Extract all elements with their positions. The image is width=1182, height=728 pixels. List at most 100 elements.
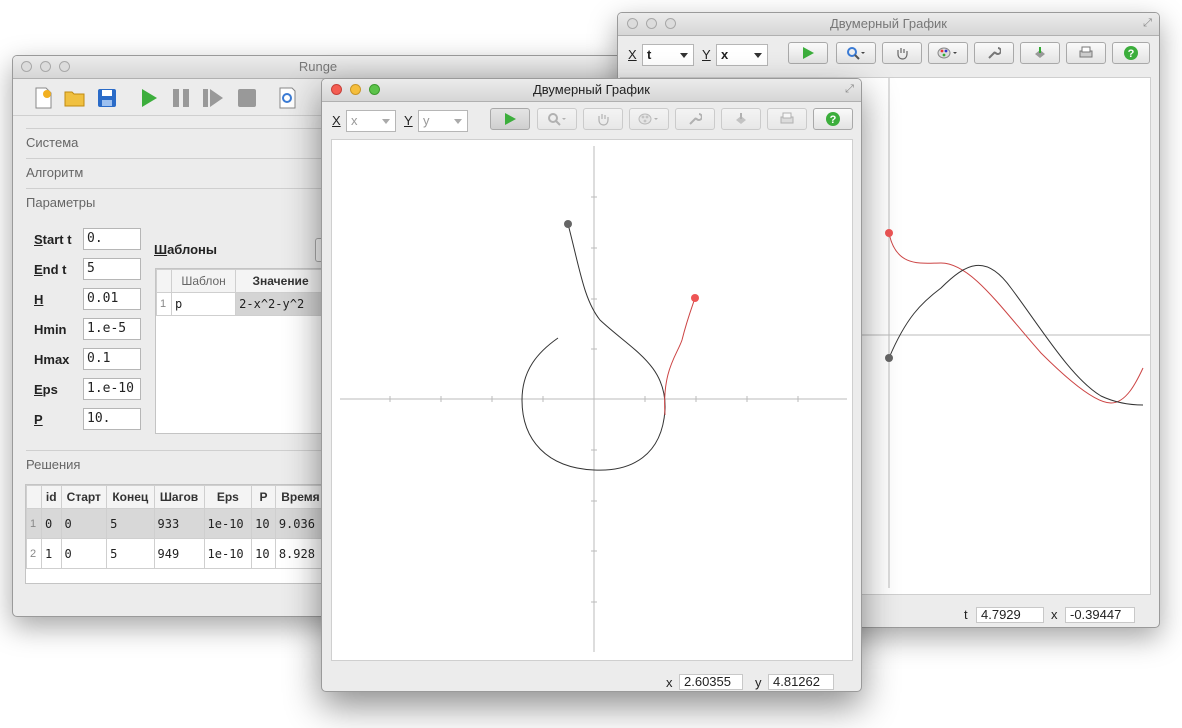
param-h-input[interactable]: 0.01 <box>83 288 141 310</box>
cell-start[interactable]: 0 <box>60 508 108 539</box>
section-algorithm[interactable]: Алгоритм <box>26 158 326 187</box>
x-variable-value: x <box>351 113 358 128</box>
svg-text:?: ? <box>1128 48 1135 60</box>
cell-eps[interactable]: 1e-10 <box>203 538 253 569</box>
cell-start[interactable]: 0 <box>60 538 108 569</box>
settings-button[interactable] <box>974 42 1014 64</box>
series-red-curve <box>664 297 696 416</box>
row-number: 1 <box>156 292 172 316</box>
close-button[interactable] <box>627 18 638 29</box>
export-button[interactable] <box>1020 42 1060 64</box>
plot-run-button[interactable] <box>788 42 828 64</box>
start-point-red <box>885 229 893 237</box>
pan-button[interactable] <box>882 42 922 64</box>
x-axis-label: X <box>628 47 637 62</box>
section-solutions[interactable]: Решения <box>26 450 326 479</box>
cell-eps[interactable]: 1e-10 <box>203 508 253 539</box>
cell-end[interactable]: 5 <box>106 538 155 569</box>
col-p[interactable]: P <box>251 485 276 509</box>
param-hmin-input[interactable]: 1.e-5 <box>83 318 141 340</box>
col-end[interactable]: Конец <box>106 485 155 509</box>
settings-button[interactable] <box>675 108 715 130</box>
pan-button[interactable] <box>583 108 623 130</box>
pause-icon[interactable] <box>169 86 193 110</box>
table-row[interactable]: 1 0 0 5 933 1e-10 10 9.036 <box>26 508 327 539</box>
col-time[interactable]: Время <box>274 485 327 509</box>
x-variable-select[interactable]: x <box>346 110 396 132</box>
close-button[interactable] <box>331 84 342 95</box>
y-variable-select[interactable]: y <box>418 110 468 132</box>
param-hmax-input[interactable]: 0.1 <box>83 348 141 370</box>
minimize-button[interactable] <box>40 61 51 72</box>
templates-col-name[interactable]: Шаблон <box>170 269 237 293</box>
template-value-cell[interactable]: 2-x^2-y^2 <box>235 292 326 316</box>
status-t-value: 4.7929 <box>976 607 1044 623</box>
param-end-t-label: End t <box>34 262 67 277</box>
templates-col-value[interactable]: Значение <box>235 269 326 293</box>
col-start[interactable]: Старт <box>60 485 108 509</box>
palette-button[interactable] <box>928 42 968 64</box>
cell-time[interactable]: 8.928 <box>274 538 327 569</box>
cell-p[interactable]: 10 <box>251 538 276 569</box>
export-button[interactable] <box>721 108 761 130</box>
run-icon[interactable] <box>137 86 161 110</box>
printer-icon <box>780 112 794 124</box>
cell-id[interactable]: 1 <box>41 538 62 569</box>
fullscreen-icon[interactable]: ⤢ <box>844 84 855 95</box>
new-file-icon[interactable] <box>31 86 55 110</box>
template-name-cell[interactable]: p <box>170 292 237 316</box>
section-system[interactable]: Система <box>26 128 326 157</box>
palette-icon <box>937 47 957 59</box>
zoom-button[interactable] <box>59 61 70 72</box>
col-eps[interactable]: Eps <box>203 485 253 509</box>
cell-steps[interactable]: 949 <box>153 538 205 569</box>
param-end-t-input[interactable]: 5 <box>83 258 141 280</box>
save-icon[interactable] <box>95 86 119 110</box>
fullscreen-icon[interactable]: ⤢ <box>1142 18 1153 29</box>
col-steps[interactable]: Шагов <box>153 485 205 509</box>
preview-icon[interactable] <box>275 86 299 110</box>
zoom-button[interactable] <box>665 18 676 29</box>
templates-row[interactable]: 1 p 2-x^2-y^2 <box>156 292 326 316</box>
help-button[interactable]: ? <box>813 108 853 130</box>
cell-time[interactable]: 9.036 <box>274 508 327 539</box>
plot-run-button[interactable] <box>490 108 530 130</box>
magnifier-icon <box>847 47 865 60</box>
zoom-button[interactable] <box>836 42 876 64</box>
close-button[interactable] <box>21 61 32 72</box>
print-button[interactable] <box>767 108 807 130</box>
export-icon <box>736 113 746 124</box>
export-icon <box>1035 47 1045 58</box>
stop-icon[interactable] <box>235 86 259 110</box>
step-icon[interactable] <box>201 86 225 110</box>
y-variable-select[interactable]: x <box>716 44 768 66</box>
param-p-input[interactable]: 10. <box>83 408 141 430</box>
zoom-button[interactable] <box>537 108 577 130</box>
cell-p[interactable]: 10 <box>251 508 276 539</box>
start-point-gray <box>564 220 572 228</box>
section-params[interactable]: Параметры <box>26 188 326 217</box>
x-variable-select[interactable]: t <box>642 44 694 66</box>
x-variable-value: t <box>647 47 652 62</box>
plot-front-canvas[interactable] <box>331 139 853 661</box>
y-axis-label: Y <box>404 113 413 128</box>
table-row[interactable]: 2 1 0 5 949 1e-10 10 8.928 <box>26 538 327 569</box>
minimize-button[interactable] <box>350 84 361 95</box>
minimize-button[interactable] <box>646 18 657 29</box>
wrench-icon <box>689 113 702 125</box>
params-panel: Start t 0. End t 5 H 0.01 Hmin 1.e-5 Hma… <box>13 216 331 466</box>
cell-steps[interactable]: 933 <box>153 508 205 539</box>
col-id[interactable]: id <box>41 485 62 509</box>
window-title: Двумерный График <box>830 16 947 31</box>
zoom-button[interactable] <box>369 84 380 95</box>
param-eps-input[interactable]: 1.e-10 <box>83 378 141 400</box>
start-point-red <box>691 294 699 302</box>
palette-button[interactable] <box>629 108 669 130</box>
param-start-t-input[interactable]: 0. <box>83 228 141 250</box>
help-button[interactable]: ? <box>1112 42 1150 64</box>
open-folder-icon[interactable] <box>63 86 87 110</box>
print-button[interactable] <box>1066 42 1106 64</box>
cell-id[interactable]: 0 <box>41 508 62 539</box>
cell-end[interactable]: 5 <box>106 508 155 539</box>
section-solutions-label: Решения <box>26 457 81 472</box>
